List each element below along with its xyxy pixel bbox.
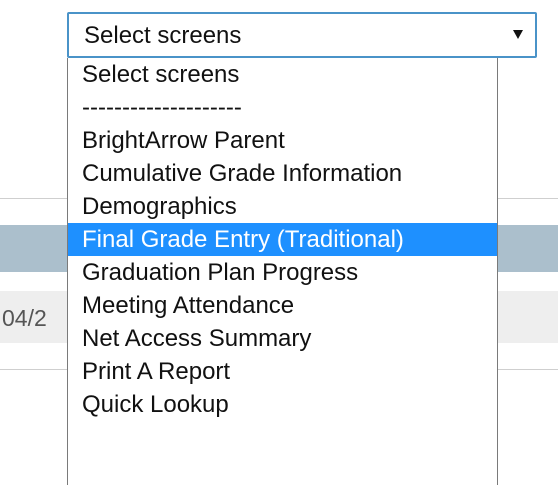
option-quick-lookup[interactable]: Quick Lookup	[68, 388, 497, 421]
option-brightarrow-parent[interactable]: BrightArrow Parent	[68, 124, 497, 157]
option-net-access-summary[interactable]: Net Access Summary	[68, 322, 497, 355]
row-date-fragment: 04/2	[2, 305, 47, 331]
select-current-value: Select screens	[84, 22, 242, 49]
screen: 04/2 Select screens Select screens -----…	[0, 0, 558, 485]
option-meeting-attendance[interactable]: Meeting Attendance	[68, 289, 497, 322]
select-option-list[interactable]: Select screens -------------------- Brig…	[67, 58, 498, 485]
option-print-a-report[interactable]: Print A Report	[68, 355, 497, 388]
screens-select[interactable]: Select screens	[67, 12, 537, 58]
option-select-screens[interactable]: Select screens	[68, 58, 497, 91]
option-demographics[interactable]: Demographics	[68, 190, 497, 223]
option-cumulative-grade-information[interactable]: Cumulative Grade Information	[68, 157, 497, 190]
option-graduation-plan-progress[interactable]: Graduation Plan Progress	[68, 256, 497, 289]
dropdown-arrow-icon	[513, 30, 523, 39]
option-separator[interactable]: --------------------	[68, 91, 497, 124]
option-final-grade-entry[interactable]: Final Grade Entry (Traditional)	[68, 223, 497, 256]
